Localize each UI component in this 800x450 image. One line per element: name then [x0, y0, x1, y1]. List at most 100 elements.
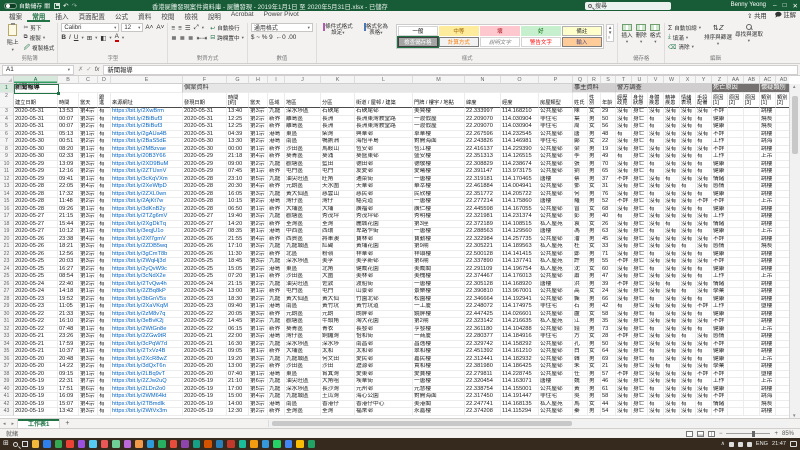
cell[interactable]: 鄺 [573, 138, 588, 146]
cell[interactable]: 沙田區 [285, 273, 321, 281]
cell[interactable] [776, 311, 789, 319]
cell[interactable]: 沒有 [664, 356, 680, 364]
cell[interactable]: 22:31 [58, 378, 79, 386]
orientation-icon[interactable]: ⤢ [194, 24, 199, 32]
cell[interactable]: https://bit.ly/2WtGn8e [111, 326, 183, 334]
cell[interactable]: 跳樓 [760, 363, 776, 371]
row-number[interactable]: 18 [0, 221, 14, 229]
field-header[interactable]: 跟進 [98, 93, 111, 108]
cell[interactable]: 觀塘區 [285, 161, 321, 169]
cell[interactable] [744, 138, 760, 146]
cell[interactable]: 2020-05-31 [14, 123, 58, 131]
cell[interactable]: 西貢區 [285, 236, 321, 244]
cell[interactable]: 瀝源邨 [355, 363, 413, 371]
cell[interactable]: 任 [573, 371, 588, 379]
cell[interactable]: 09:00 [227, 161, 249, 169]
cell[interactable]: 葵盛東邨 [355, 153, 413, 161]
field-header[interactable]: 姓氏 [573, 93, 588, 108]
cell[interactable] [776, 138, 789, 146]
cell[interactable]: 公共屋邨 [539, 326, 573, 334]
cell[interactable]: 男 [588, 273, 601, 281]
cell[interactable]: 沒有 [616, 311, 632, 319]
cell[interactable] [776, 281, 789, 289]
cell[interactable]: 第3宗 [79, 333, 98, 341]
field-header[interactable]: 年齡 [601, 93, 616, 108]
taskbar-app-icon[interactable] [181, 440, 189, 448]
row-number[interactable]: 22 [0, 251, 14, 259]
cell[interactable]: 身亡 [632, 371, 648, 379]
cell[interactable]: 石 [573, 303, 588, 311]
cell[interactable] [776, 176, 789, 184]
cell[interactable]: 有 [680, 243, 696, 251]
cell[interactable]: 九龍 [268, 243, 285, 251]
row-number[interactable]: 10 [0, 161, 14, 169]
cell[interactable]: 沒有 [648, 393, 664, 401]
cell[interactable]: 袁 [573, 221, 588, 229]
scroll-thumb[interactable] [272, 421, 572, 426]
cell[interactable]: 17:00 [227, 386, 249, 394]
group-header-懷疑類別[interactable]: 懷疑類別 [760, 84, 789, 93]
cell[interactable]: 男 [588, 296, 601, 304]
cell[interactable]: 跳樓 [760, 288, 776, 296]
page-layout-view-icon[interactable] [697, 431, 704, 437]
cell[interactable]: 鏡屏樓 [413, 311, 465, 319]
cell[interactable]: 2020-05-31 [183, 108, 227, 116]
cell[interactable]: 德敬樓 [413, 161, 465, 169]
cell[interactable]: 公共屋邨 [539, 408, 573, 416]
ribbon-tab-頁面配置[interactable]: 頁面配置 [74, 10, 110, 22]
cell[interactable]: 永嘉樓 [413, 408, 465, 416]
cell[interactable]: 上吊 [760, 356, 776, 364]
cell[interactable]: 離島區 [285, 116, 321, 124]
cell[interactable]: 沒有 [616, 161, 632, 169]
cell[interactable]: 2020-05-21 [183, 333, 227, 341]
column-header-W[interactable]: W [664, 76, 680, 84]
cell[interactable]: 22:40 [58, 281, 79, 289]
cell[interactable]: 沒有 [664, 228, 680, 236]
cell[interactable]: 沒有 [680, 408, 696, 416]
cell[interactable]: 不詳 [712, 146, 728, 154]
cell[interactable] [728, 183, 744, 191]
cell[interactable]: 九龍 [268, 386, 285, 394]
cell[interactable]: 有 [648, 348, 664, 356]
cell[interactable]: 灣仔 [321, 198, 355, 206]
cell[interactable]: 13:00 [227, 363, 249, 371]
cell[interactable]: 2020-05-22 [183, 311, 227, 319]
cell[interactable]: 2020-05-23 [14, 296, 58, 304]
cell[interactable]: 沒有 [680, 311, 696, 319]
cell[interactable]: 沒有 [664, 251, 680, 259]
cell[interactable]: 公共屋邨 [539, 153, 573, 161]
cell[interactable]: 第1宗 [79, 371, 98, 379]
group-header-警方調查[interactable]: 警方調查 [616, 84, 712, 93]
cell[interactable]: 2020-05-19 [183, 393, 227, 401]
cell[interactable]: 石硤尾邨 [355, 108, 413, 116]
cell[interactable]: 身亡 [632, 273, 648, 281]
cell[interactable] [728, 288, 744, 296]
cell[interactable]: 不詳 [712, 236, 728, 244]
cell[interactable]: 美林邨 [355, 273, 413, 281]
cell[interactable]: 不詳 [712, 198, 728, 206]
cell[interactable] [776, 341, 789, 349]
gallery-scroll[interactable]: ▲▼▿ [606, 24, 614, 42]
cell[interactable]: 00:51 [58, 138, 79, 146]
cell[interactable]: 韓 [573, 356, 588, 364]
minimize-button[interactable]: – [773, 2, 777, 9]
cell[interactable]: 114.167055 [501, 206, 539, 214]
cell[interactable]: 友愛邨 [355, 168, 413, 176]
cell[interactable]: 22.320454 [465, 378, 501, 386]
cell[interactable]: 不詳 [616, 281, 632, 289]
cell[interactable]: 04:39 [227, 131, 249, 139]
cell[interactable]: 28 [601, 333, 616, 341]
cell[interactable] [728, 138, 744, 146]
cell[interactable]: 114.137741 [501, 258, 539, 266]
align-right-icon[interactable]: ≣ [188, 34, 193, 42]
cell[interactable]: 114.161210 [501, 348, 539, 356]
cell[interactable]: 12:25 [227, 116, 249, 124]
cell[interactable]: 有 [696, 311, 712, 319]
cell[interactable]: 15:07 [58, 401, 79, 409]
cell[interactable]: 114.196754 [501, 266, 539, 274]
cell[interactable]: https://bit.ly/2yQvW9c [111, 266, 183, 274]
cell[interactable]: 有 [648, 401, 664, 409]
cell[interactable] [728, 146, 744, 154]
cell[interactable] [776, 153, 789, 161]
row-number[interactable]: 31 [0, 318, 14, 326]
